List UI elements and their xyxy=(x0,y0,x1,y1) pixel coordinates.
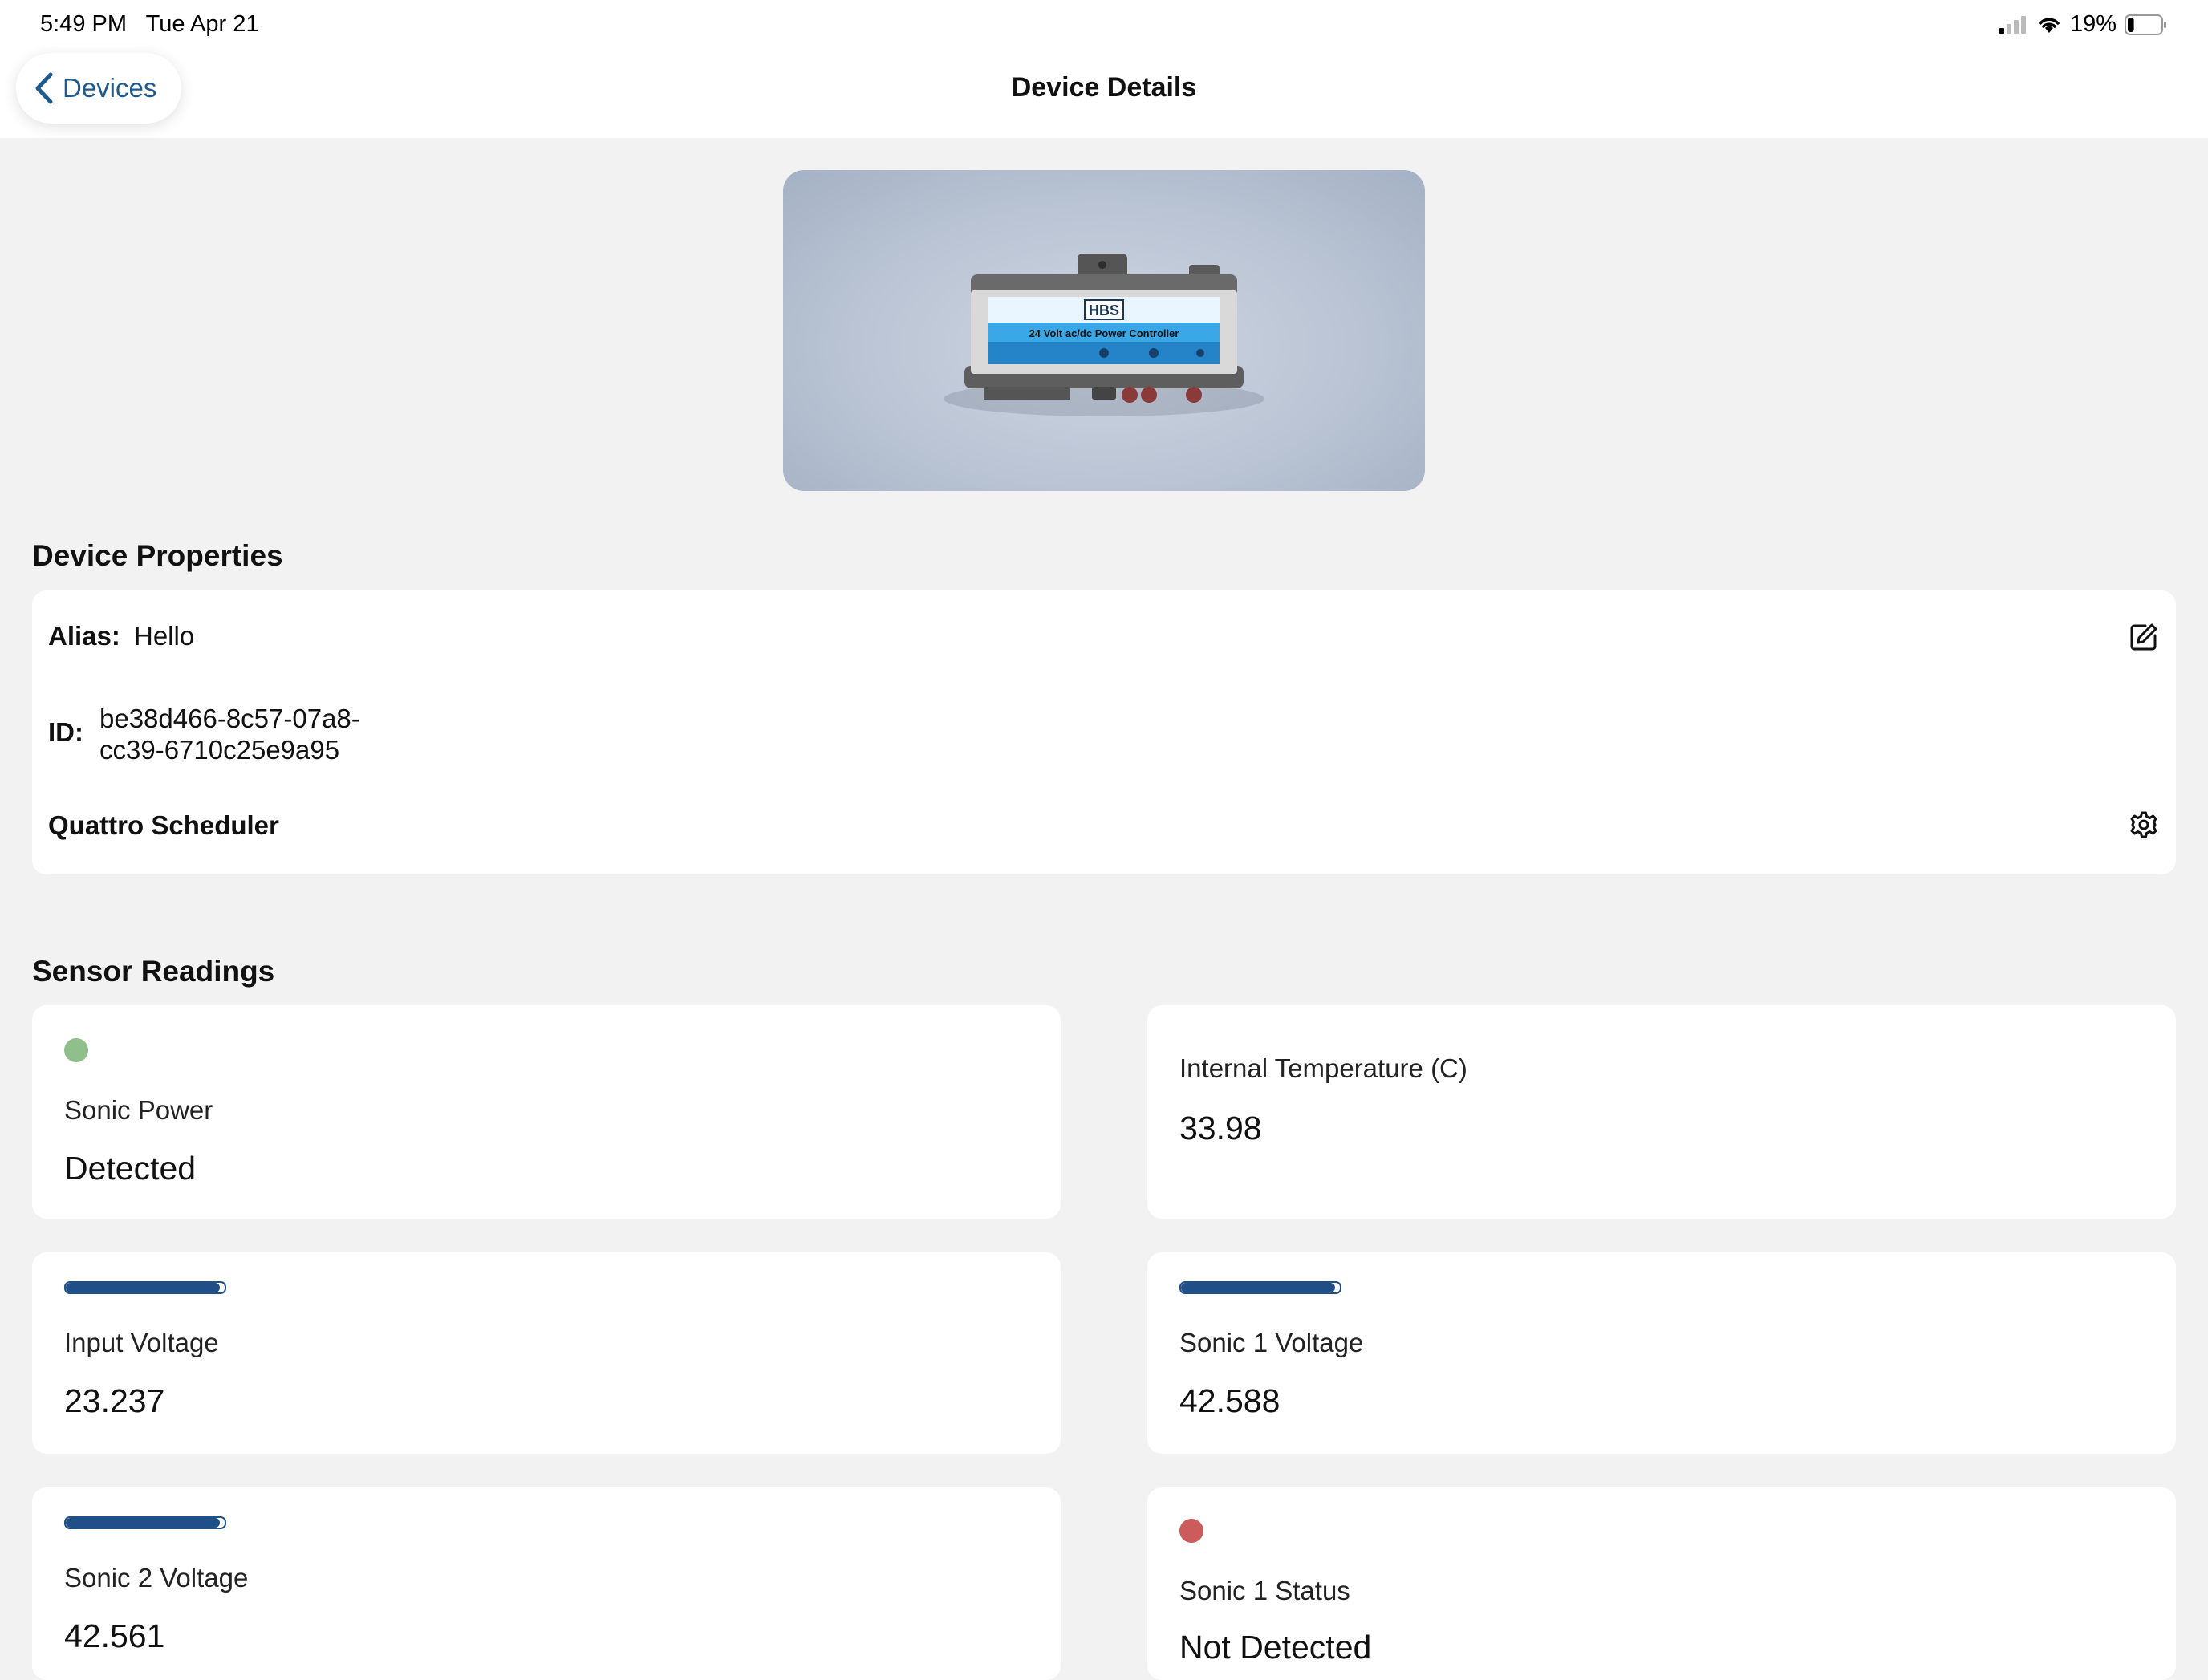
sensor-value: 42.561 xyxy=(64,1617,165,1654)
power-controller-illustration: HBS 24 Volt ac/dc Power Controller xyxy=(944,254,1264,416)
sensor-card-sonic-1-status: Sonic 1 Status Not Detected xyxy=(1147,1487,2176,1680)
cellular-signal-icon xyxy=(1999,15,2026,34)
voltage-bar xyxy=(64,1281,226,1294)
navigation-bar: Devices Device Details xyxy=(0,51,2208,138)
sensor-card-sonic-1-voltage: Sonic 1 Voltage 42.588 xyxy=(1147,1252,2176,1454)
status-date: Tue Apr 21 xyxy=(145,11,259,37)
device-id-line-1: be38d466-8c57-07a8- xyxy=(99,704,360,733)
page-title: Device Details xyxy=(1011,72,1197,103)
device-caption: 24 Volt ac/dc Power Controller xyxy=(1029,327,1179,339)
sensor-label: Input Voltage xyxy=(64,1328,219,1357)
sensor-label: Sonic 1 Voltage xyxy=(1179,1328,1364,1357)
device-brand: HBS xyxy=(1089,302,1119,319)
wifi-icon xyxy=(2039,17,2060,33)
status-dot-sonic-power xyxy=(64,1038,88,1062)
sensor-value: Not Detected xyxy=(1179,1629,1372,1666)
scheduler-settings-button[interactable] xyxy=(2129,810,2158,843)
scheduler-label: Quattro Scheduler xyxy=(48,810,279,840)
status-dot-sonic-1 xyxy=(1179,1519,1203,1543)
sensor-label: Sonic 2 Voltage xyxy=(64,1563,249,1593)
battery-icon xyxy=(2125,14,2166,35)
sensor-label: Sonic Power xyxy=(64,1095,213,1125)
device-id-line-2: cc39-6710c25e9a95 xyxy=(99,735,340,765)
gear-icon xyxy=(2130,811,2157,838)
device-id-value: be38d466-8c57-07a8- cc39-6710c25e9a95 xyxy=(99,703,360,765)
sensor-card-input-voltage: Input Voltage 23.237 xyxy=(32,1252,1061,1454)
status-time: 5:49 PM Tue Apr 21 xyxy=(40,11,258,38)
status-clock: 5:49 PM xyxy=(40,11,127,37)
device-image: HBS 24 Volt ac/dc Power Controller xyxy=(783,170,1425,491)
voltage-bar xyxy=(64,1516,226,1529)
battery-percent: 19% xyxy=(2069,11,2117,37)
sensor-card-internal-temperature: Internal Temperature (C) 33.98 xyxy=(1147,1005,2176,1219)
edit-icon xyxy=(2130,623,2157,651)
status-bar: 5:49 PM Tue Apr 21 19% xyxy=(0,0,2208,51)
device-properties-title: Device Properties xyxy=(32,539,283,572)
id-label: ID: xyxy=(48,717,83,747)
sensor-card-sonic-2-voltage: Sonic 2 Voltage 42.561 xyxy=(32,1487,1061,1680)
sensor-value: 23.237 xyxy=(64,1382,165,1419)
edit-alias-button[interactable] xyxy=(2129,623,2158,655)
sensor-value: 42.588 xyxy=(1179,1382,1281,1419)
sensor-value: Detected xyxy=(64,1150,197,1187)
sensor-label: Sonic 1 Status xyxy=(1179,1576,1350,1605)
sensor-value: 33.98 xyxy=(1179,1110,1262,1146)
alias-label: Alias: xyxy=(48,621,120,651)
status-indicators: 19% xyxy=(1999,11,2168,38)
sensor-label: Internal Temperature (C) xyxy=(1179,1053,1467,1083)
alias-value: Hello xyxy=(134,621,195,651)
sensor-card-sonic-power: Sonic Power Detected xyxy=(32,1005,1061,1219)
sensor-readings-title: Sensor Readings xyxy=(32,955,275,988)
voltage-bar xyxy=(1179,1281,1341,1294)
device-properties-card: Alias: Hello ID: be38d466-8c57-07a8- cc3… xyxy=(32,590,2176,874)
